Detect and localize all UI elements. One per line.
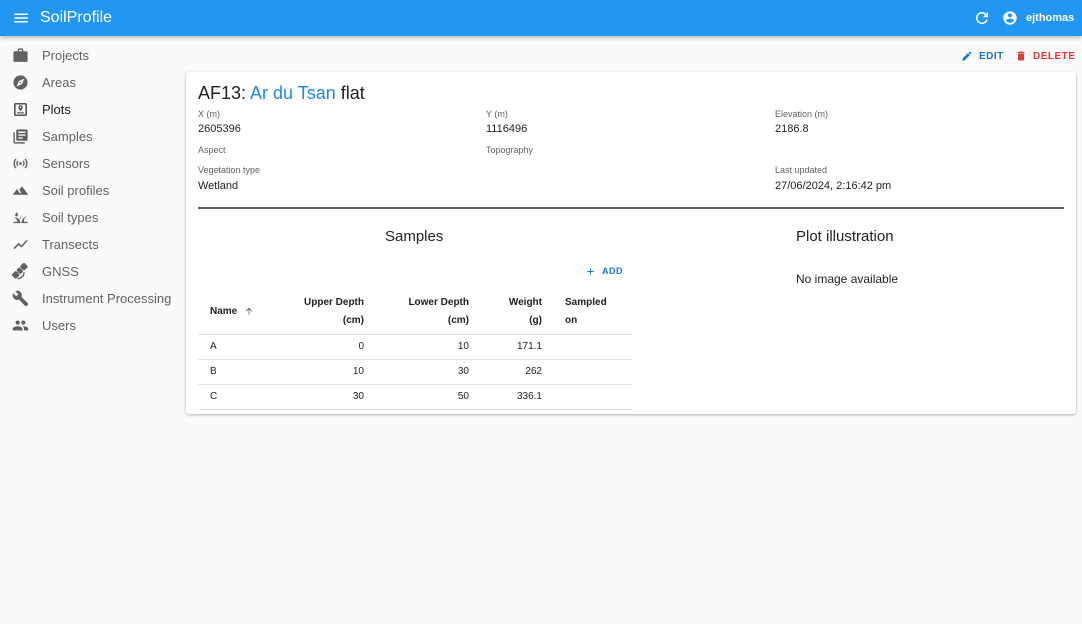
cell-name: A [198, 334, 274, 360]
sidebar-item-samples[interactable]: Samples [0, 123, 180, 150]
user-menu-button[interactable]: ejthomas [1002, 9, 1074, 27]
menu-icon[interactable] [12, 9, 30, 27]
table-row[interactable]: C 30 50 336.1 [198, 384, 632, 410]
cell-upper-depth: 0 [274, 334, 364, 360]
sort-arrow-up-icon[interactable] [244, 306, 254, 316]
table-row[interactable]: B 10 30 262 [198, 359, 632, 385]
app-bar: SoilProfile ejthomas [0, 0, 1082, 36]
plot-name-suffix: flat [340, 83, 365, 103]
y-label: Y (m) [486, 109, 508, 119]
sidebar-item-users[interactable]: Users [0, 312, 180, 339]
cell-lower-depth: 10 [364, 334, 469, 360]
edit-label: EDIT [979, 50, 1004, 62]
area-link[interactable]: Ar du Tsan [250, 83, 336, 103]
page-title: AF13: Ar du Tsan flat [198, 82, 365, 104]
sidebar-item-transects[interactable]: Transects [0, 231, 180, 258]
column-header-name[interactable]: Name [198, 290, 274, 335]
users-icon [12, 317, 29, 334]
sidebar-item-areas[interactable]: Areas [0, 69, 180, 96]
sidebar-item-label: Sensors [42, 156, 90, 171]
trash-icon [1017, 51, 1025, 61]
no-image-text: No image available [796, 272, 899, 286]
sidebar-item-gnss[interactable]: GNSS [0, 258, 180, 285]
samples-title: Samples [385, 228, 444, 245]
samples-icon [12, 128, 29, 145]
elevation-value: 2186.8 [775, 123, 809, 135]
last-updated-value: 27/06/2024, 2:16:42 pm [775, 180, 892, 192]
compass-icon [12, 74, 29, 91]
sensor-icon [12, 155, 29, 172]
sidebar-item-sensors[interactable]: Sensors [0, 150, 180, 177]
sidebar-item-soil-profiles[interactable]: Soil profiles [0, 177, 180, 204]
edit-button[interactable]: EDIT [961, 48, 1004, 64]
sidebar-item-label: Projects [42, 48, 89, 63]
plot-icon [12, 101, 29, 118]
delete-button[interactable]: DELETE [1015, 48, 1075, 64]
column-header-weight[interactable]: Weight (g) [469, 290, 542, 335]
cell-weight: 171.1 [469, 334, 542, 360]
cell-weight: 262 [469, 359, 542, 385]
cell-sampled-on [542, 359, 632, 385]
elevation-label: Elevation (m) [775, 109, 829, 119]
sidebar-item-label: Users [42, 318, 76, 333]
sidebar-item-label: Soil profiles [42, 183, 110, 198]
sidebar-item-label: Instrument Processing [42, 291, 172, 306]
account-circle-icon [1003, 11, 1017, 25]
refresh-icon[interactable] [973, 9, 991, 27]
sidebar-item-label: GNSS [42, 264, 79, 279]
delete-label: DELETE [1033, 50, 1076, 62]
vegetation-label: Vegetation type [198, 165, 261, 175]
x-label: X (m) [198, 109, 220, 119]
sidebar-item-label: Soil types [42, 210, 99, 225]
table-header-row: Name Upper Depth (cm) Lower Depth (cm) W… [198, 290, 632, 335]
aspect-label: Aspect [198, 145, 226, 155]
cell-lower-depth: 30 [364, 359, 469, 385]
cell-name: B [198, 359, 274, 385]
topography-label: Topography [486, 145, 534, 155]
cell-upper-depth: 10 [274, 359, 364, 385]
username: ejthomas [1026, 12, 1075, 24]
sidebar-item-label: Plots [42, 102, 71, 117]
x-value: 2605396 [198, 123, 241, 135]
wrench-icon [12, 290, 29, 307]
plus-icon [587, 267, 594, 275]
satellite-icon [12, 263, 29, 280]
add-label: ADD [602, 266, 623, 276]
cell-sampled-on [542, 384, 632, 410]
sidebar-item-soil-types[interactable]: Soil types [0, 204, 180, 231]
cell-weight: 336.1 [469, 384, 542, 410]
illustration-title: Plot illustration [796, 228, 894, 245]
column-header-upper-depth[interactable]: Upper Depth (cm) [274, 290, 364, 335]
sidebar-item-instrument-processing[interactable]: Instrument Processing [0, 285, 180, 312]
pencil-icon [962, 51, 972, 61]
briefcase-icon [12, 47, 29, 64]
grass-icon [12, 209, 29, 226]
cell-sampled-on [542, 334, 632, 360]
table-row[interactable]: A 0 10 171.1 [198, 334, 632, 360]
vegetation-value: Wetland [198, 180, 239, 192]
last-updated-label: Last updated [775, 165, 828, 175]
sidebar-item-label: Samples [42, 129, 93, 144]
terrain-icon [12, 182, 29, 199]
add-sample-button[interactable]: ADD [585, 264, 623, 278]
cell-lower-depth: 50 [364, 384, 469, 410]
sidebar-item-label: Areas [42, 75, 76, 90]
sidebar-item-plots[interactable]: Plots [0, 96, 180, 123]
plot-name-prefix: AF13: [198, 83, 247, 103]
app-title[interactable]: SoilProfile [40, 9, 112, 27]
samples-table: Name Upper Depth (cm) Lower Depth (cm) W… [198, 290, 632, 410]
sidebar-item-label: Transects [42, 237, 99, 252]
line-chart-icon [12, 236, 29, 253]
cell-name: C [198, 384, 274, 410]
y-value: 1116496 [486, 123, 528, 135]
cell-upper-depth: 30 [274, 384, 364, 410]
divider [198, 207, 1064, 209]
column-header-sampled-on[interactable]: Sampled on [542, 290, 632, 335]
sidebar-item-projects[interactable]: Projects [0, 42, 180, 69]
plot-detail-card: AF13: Ar du Tsan flat X (m) 2605396 Y (m… [186, 72, 1076, 414]
column-header-lower-depth[interactable]: Lower Depth (cm) [364, 290, 469, 335]
